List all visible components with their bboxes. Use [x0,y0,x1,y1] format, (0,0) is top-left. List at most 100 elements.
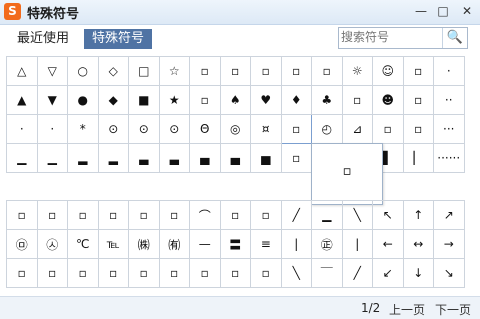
symbol-cell[interactable]: ㉤ [6,229,38,259]
symbol-cell[interactable]: ≡ [250,229,282,259]
close-button[interactable]: ✕ [456,2,478,20]
symbol-cell[interactable]: ○ [67,56,99,86]
symbol-cell[interactable]: ⌒ [189,200,221,230]
symbol-cell[interactable]: ℃ [67,229,99,259]
symbol-cell[interactable]: ↗ [433,200,465,230]
symbol-cell[interactable]: ▫ [250,200,282,230]
symbol-cell[interactable]: ⊙ [128,114,160,144]
symbol-cell[interactable]: ▫ [36,200,68,230]
symbol-cell[interactable]: ◴ [311,114,343,144]
symbol-cell[interactable]: ·· [433,85,465,115]
symbol-cell[interactable]: → [433,229,465,259]
search-icon[interactable]: 🔍 [442,28,467,48]
symbol-cell[interactable]: ♠ [219,85,251,115]
symbol-cell[interactable]: ↓ [402,258,434,288]
symbol-cell[interactable]: ▫ [6,200,38,230]
symbol-cell[interactable]: ↑ [402,200,434,230]
symbol-cell[interactable]: — [189,229,221,259]
maximize-button[interactable]: □ [432,2,454,20]
symbol-cell[interactable]: ▫ [97,200,129,230]
search-input[interactable] [341,29,437,45]
symbol-cell[interactable]: ￣ [311,258,343,288]
minimize-button[interactable]: — [410,2,432,20]
symbol-cell[interactable]: ▫ [36,258,68,288]
symbol-cell[interactable]: ▫ [189,258,221,288]
symbol-cell[interactable]: ▫ [67,200,99,230]
symbol-cell[interactable]: ▃ [128,143,160,173]
symbol-cell[interactable]: ◎ [219,114,251,144]
symbol-cell[interactable]: ▅ [250,143,282,173]
tab-recent[interactable]: 最近使用 [17,29,69,49]
symbol-cell[interactable]: ╱ [280,200,312,230]
symbol-cell[interactable]: ▫ [219,258,251,288]
symbol-cell[interactable]: ⊙ [97,114,129,144]
symbol-cell[interactable]: ▲ [6,85,38,115]
symbol-cell[interactable]: ╲ [280,258,312,288]
symbol-cell[interactable]: ▫ [189,85,221,115]
symbol-cell[interactable]: ▫ [67,258,99,288]
symbol-cell[interactable]: ··· [433,114,465,144]
symbol-cell[interactable]: ▫ [250,56,282,86]
symbol-cell[interactable]: ▃ [158,143,190,173]
symbol-cell-selected[interactable]: ▫ [280,114,312,144]
symbol-cell[interactable]: □ [128,56,160,86]
symbol-cell[interactable]: ☼ [341,56,373,86]
symbol-cell[interactable]: ▫ [402,56,434,86]
symbol-cell[interactable]: ▫ [402,85,434,115]
symbol-cell[interactable]: ▂ [67,143,99,173]
symbol-cell[interactable]: ▁ [36,143,68,173]
symbol-cell[interactable]: ▫ [128,258,160,288]
symbol-cell[interactable]: ▫ [402,114,434,144]
symbol-cell[interactable]: ⊿ [341,114,373,144]
symbol-cell[interactable]: ● [67,85,99,115]
symbol-cell[interactable]: * [67,114,99,144]
symbol-cell[interactable]: ▫ [128,200,160,230]
symbol-cell[interactable]: ▫ [341,85,373,115]
symbol-cell[interactable]: · [433,56,465,86]
symbol-cell[interactable]: ㈱ [128,229,160,259]
prev-page-button[interactable]: 上一页 [389,301,425,318]
symbol-cell[interactable]: ▫ [158,200,190,230]
symbol-cell[interactable]: ▫ [280,143,312,173]
symbol-cell[interactable]: ★ [158,85,190,115]
symbol-cell[interactable]: ▫ [311,56,343,86]
symbol-cell[interactable]: ↖ [372,200,404,230]
symbol-cell[interactable]: ▫ [97,258,129,288]
symbol-cell[interactable]: ▫ [219,200,251,230]
symbol-cell[interactable]: ㉦ [36,229,68,259]
symbol-cell[interactable]: ■ [128,85,160,115]
symbol-cell[interactable]: △ [6,56,38,86]
symbol-cell[interactable]: ⊙ [158,114,190,144]
next-page-button[interactable]: 下一页 [435,301,471,318]
symbol-cell[interactable]: ╱ [341,258,373,288]
symbol-cell[interactable]: ▏ [402,143,434,173]
symbol-cell[interactable]: 〓 [219,229,251,259]
symbol-cell[interactable]: ▫ [189,56,221,86]
symbol-cell[interactable]: | [280,229,312,259]
symbol-cell[interactable]: ↔ [402,229,434,259]
symbol-cell[interactable]: ☺ [372,56,404,86]
symbol-cell[interactable]: ▂ [97,143,129,173]
symbol-cell[interactable]: ↙ [372,258,404,288]
symbol-cell[interactable]: ▫ [219,56,251,86]
symbol-cell[interactable]: ◇ [97,56,129,86]
symbol-cell[interactable]: ↘ [433,258,465,288]
symbol-cell[interactable]: | [341,229,373,259]
symbol-cell[interactable]: ㈲ [158,229,190,259]
symbol-cell[interactable]: ▽ [36,56,68,86]
symbol-cell[interactable]: ▫ [372,114,404,144]
symbol-cell[interactable]: ▄ [189,143,221,173]
symbol-cell[interactable]: ╲ [341,200,373,230]
symbol-cell[interactable]: ▫ [250,258,282,288]
symbol-cell[interactable]: ▼ [36,85,68,115]
symbol-cell[interactable]: ▫ [158,258,190,288]
symbol-cell[interactable]: ♦ [280,85,312,115]
symbol-cell[interactable]: ♥ [250,85,282,115]
symbol-cell[interactable]: ℡ [97,229,129,259]
symbol-cell[interactable]: ······ [433,143,465,173]
symbol-cell[interactable]: ▫ [280,56,312,86]
symbol-cell[interactable]: · [6,114,38,144]
symbol-cell[interactable]: ¤ [250,114,282,144]
symbol-cell[interactable]: ← [372,229,404,259]
symbol-cell[interactable]: ☻ [372,85,404,115]
